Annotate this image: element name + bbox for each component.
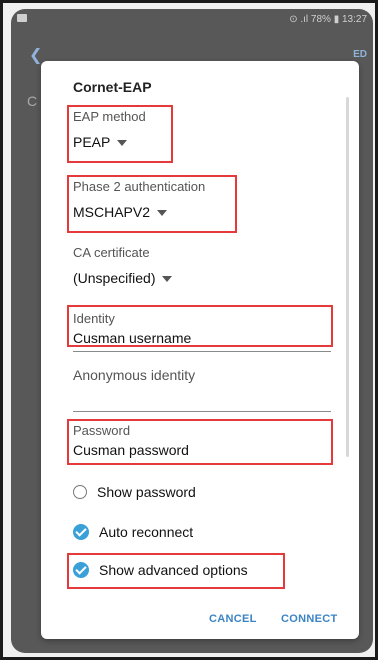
- dialog-scrollbar[interactable]: [346, 97, 349, 457]
- highlight-identity: [67, 305, 333, 347]
- phone-screen: ⊙ .ıl 78% ▮ 13:27 ❮ ED C Cornet-EAP EAP …: [11, 9, 373, 653]
- notification-icon: [17, 14, 27, 22]
- highlight-password: [67, 419, 333, 465]
- highlight-phase2: [67, 175, 237, 233]
- highlight-show-advanced: [67, 553, 285, 589]
- ca-certificate-field[interactable]: CA certificate (Unspecified): [73, 245, 173, 286]
- anonymous-identity-field[interactable]: Anonymous identity: [73, 367, 195, 383]
- ca-certificate-label: CA certificate: [73, 245, 150, 260]
- back-arrow-icon: ❮: [29, 47, 43, 64]
- ca-certificate-dropdown[interactable]: (Unspecified): [73, 270, 173, 286]
- status-bar: ⊙ .ıl 78% ▮ 13:27: [11, 9, 373, 31]
- anonymous-identity-input[interactable]: Anonymous identity: [73, 367, 195, 383]
- highlight-eap-method: [67, 105, 173, 163]
- show-password-option[interactable]: Show password: [73, 481, 196, 503]
- anonymous-identity-underline: [73, 411, 331, 412]
- background-advanced-label: ED: [353, 49, 367, 60]
- auto-reconnect-label: Auto reconnect: [99, 524, 194, 540]
- auto-reconnect-option[interactable]: Auto reconnect: [73, 521, 193, 543]
- connect-button[interactable]: CONNECT: [281, 613, 338, 625]
- dialog-title: Cornet-EAP: [73, 79, 152, 95]
- show-password-checkbox[interactable]: [73, 485, 87, 499]
- dropdown-caret-icon: [162, 276, 173, 283]
- screenshot-frame: ⊙ .ıl 78% ▮ 13:27 ❮ ED C Cornet-EAP EAP …: [0, 0, 378, 660]
- background-row-letter: C: [27, 93, 38, 109]
- status-indicators: ⊙ .ıl 78% ▮ 13:27: [289, 14, 367, 25]
- identity-underline: [73, 351, 331, 352]
- ca-certificate-value: (Unspecified): [73, 270, 156, 286]
- auto-reconnect-checkbox[interactable]: [73, 524, 89, 540]
- show-password-label: Show password: [97, 484, 196, 500]
- cancel-button[interactable]: CANCEL: [209, 613, 257, 625]
- wifi-eap-dialog: Cornet-EAP EAP method PEAP Phase 2 authe…: [41, 61, 359, 639]
